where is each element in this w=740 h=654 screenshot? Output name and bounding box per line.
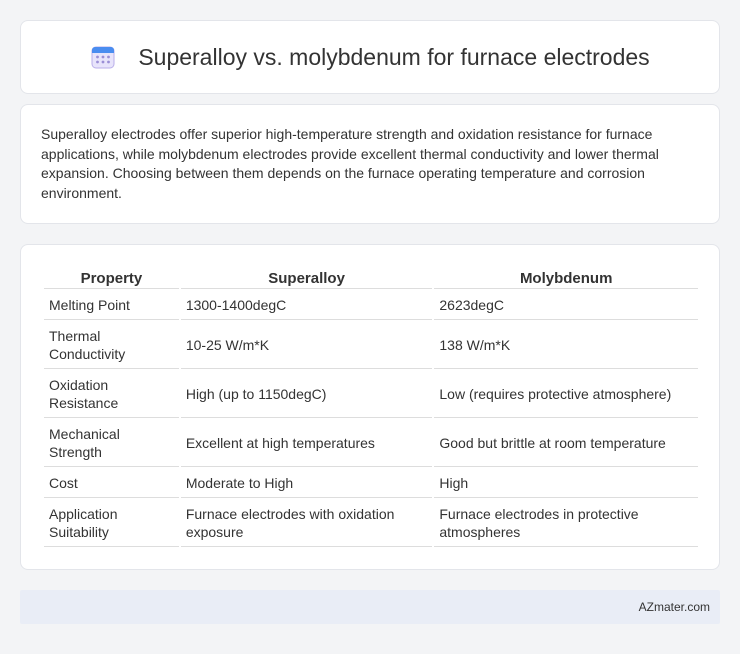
column-header-superalloy: Superalloy	[180, 265, 433, 289]
comparison-card: Property Superalloy Molybdenum Melting P…	[20, 244, 720, 570]
footer-brand: AZmater.com	[638, 600, 710, 614]
table-row: Cost Moderate to High High	[44, 469, 698, 498]
molybdenum-cell: Furnace electrodes in protective atmosph…	[434, 500, 698, 547]
molybdenum-cell: Low (requires protective atmosphere)	[434, 371, 698, 418]
table-row: Thermal Conductivity 10-25 W/m*K 138 W/m…	[44, 322, 698, 369]
superalloy-cell: 1300-1400degC	[180, 291, 433, 320]
superalloy-cell: High (up to 1150degC)	[180, 371, 433, 418]
table-row: Oxidation Resistance High (up to 1150deg…	[44, 371, 698, 418]
molybdenum-cell: High	[434, 469, 698, 498]
footer-bar: AZmater.com	[20, 590, 720, 624]
table-row: Application Suitability Furnace electrod…	[44, 500, 698, 547]
page-title: Superalloy vs. molybdenum for furnace el…	[138, 43, 650, 70]
title-card: Superalloy vs. molybdenum for furnace el…	[20, 20, 720, 94]
comparison-table: Property Superalloy Molybdenum Melting P…	[42, 263, 700, 549]
calendar-icon	[91, 46, 115, 69]
superalloy-cell: Excellent at high temperatures	[180, 420, 433, 467]
intro-card: Superalloy electrodes offer superior hig…	[20, 104, 720, 224]
property-cell: Oxidation Resistance	[44, 371, 179, 418]
table-header-row: Property Superalloy Molybdenum	[44, 265, 698, 289]
column-header-molybdenum: Molybdenum	[434, 265, 698, 289]
superalloy-cell: Furnace electrodes with oxidation exposu…	[180, 500, 433, 547]
property-cell: Application Suitability	[44, 500, 179, 547]
molybdenum-cell: 2623degC	[434, 291, 698, 320]
property-cell: Melting Point	[44, 291, 179, 320]
property-cell: Thermal Conductivity	[44, 322, 179, 369]
superalloy-cell: 10-25 W/m*K	[180, 322, 433, 369]
superalloy-cell: Moderate to High	[180, 469, 433, 498]
column-header-property: Property	[44, 265, 179, 289]
molybdenum-cell: Good but brittle at room temperature	[434, 420, 698, 467]
intro-paragraph: Superalloy electrodes offer superior hig…	[41, 126, 659, 201]
molybdenum-cell: 138 W/m*K	[434, 322, 698, 369]
table-row: Melting Point 1300-1400degC 2623degC	[44, 291, 698, 320]
property-cell: Mechanical Strength	[44, 420, 179, 467]
table-row: Mechanical Strength Excellent at high te…	[44, 420, 698, 467]
property-cell: Cost	[44, 469, 179, 498]
